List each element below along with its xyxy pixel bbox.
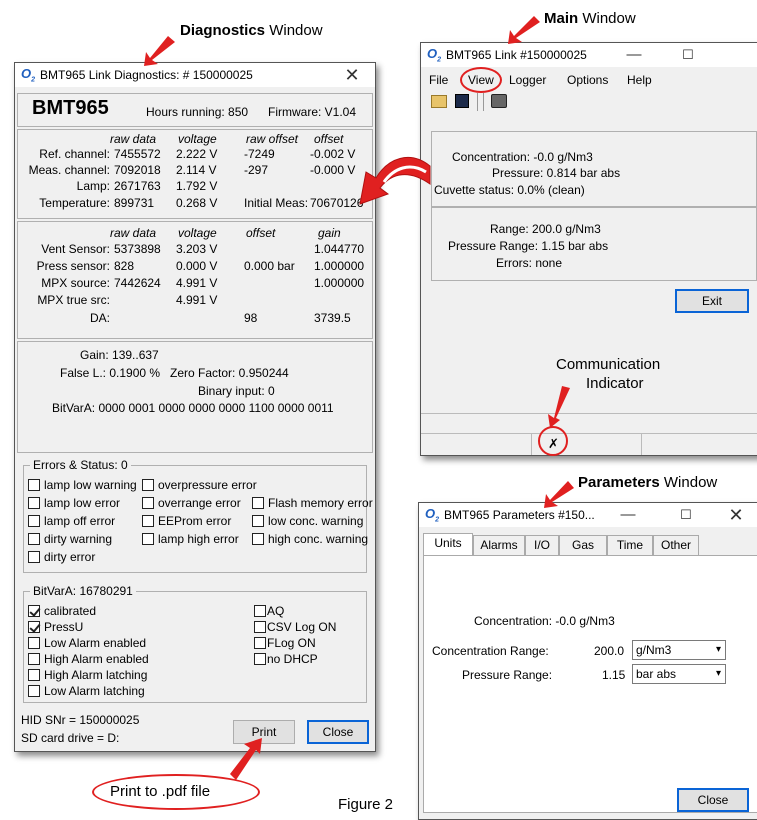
red-arrow-main-to-diagnostics (359, 157, 431, 205)
red-arrow-communication (548, 386, 570, 428)
red-arrow-diagnostics (144, 36, 175, 66)
red-arrow-print (230, 738, 262, 780)
red-arrow-main (508, 16, 540, 44)
red-arrow-parameters (544, 481, 574, 508)
annotation-arrows (144, 16, 574, 780)
